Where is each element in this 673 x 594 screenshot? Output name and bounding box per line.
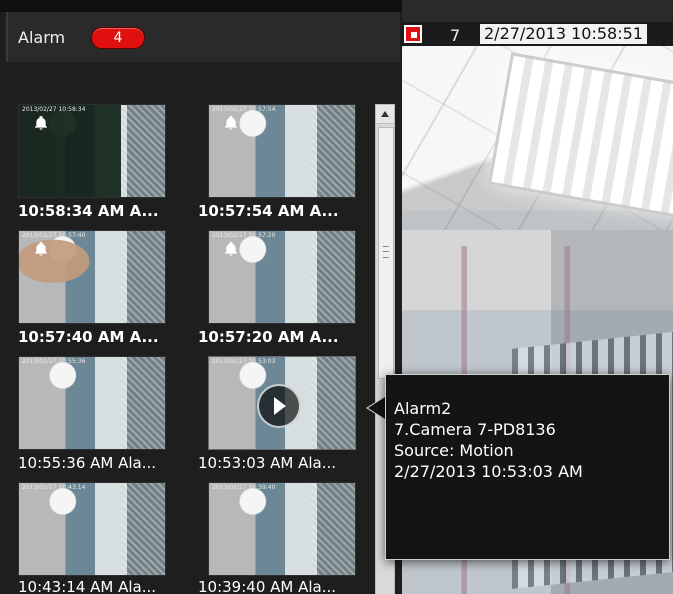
thumbnail-timestamp: 2013/02/27 10:39:40 <box>212 484 276 491</box>
thumbnail-timestamp: 2013/02/27 10:57:54 <box>212 106 276 113</box>
alarm-thumbnail[interactable]: 2013/02/27 10:39:40 <box>208 482 356 576</box>
thumbnail-timestamp: 2013/02/27 10:57:40 <box>22 232 86 239</box>
alarm-count-badge: 4 <box>91 27 145 49</box>
alarm-thumbnail[interactable]: 2013/02/27 10:57:20 <box>208 230 356 324</box>
bell-icon <box>35 242 47 256</box>
alarm-thumbnail-label: 10:57:54 AM A... <box>198 202 339 220</box>
thumbnail-texture <box>121 357 165 449</box>
play-icon[interactable] <box>257 384 301 428</box>
alarm-thumbnail-label: 10:43:14 AM Ala... <box>18 578 157 594</box>
scroll-up-button[interactable] <box>376 105 394 124</box>
thumbnail-timestamp: 2013/02/27 10:43:14 <box>22 484 86 491</box>
camera-number: 7 <box>450 26 461 45</box>
alarm-thumbnail-label: 10:55:36 AM Ala... <box>18 454 157 472</box>
bell-icon <box>35 116 47 130</box>
scroll-grip-icon <box>383 246 389 258</box>
tooltip-line-camera: 7.Camera 7-PD8136 <box>394 420 556 439</box>
bell-icon <box>225 242 237 256</box>
alarm-thumbnail-label: 10:58:34 AM A... <box>18 202 159 220</box>
panel-top-border <box>0 0 402 12</box>
alarm-thumbnail-grid: 2013/02/27 10:58:34 2013/02/27 10:57:54 … <box>18 104 368 594</box>
alarm-thumbnail-label: 10:57:20 AM A... <box>198 328 339 346</box>
thumbnail-texture <box>311 483 355 575</box>
camera-timestamp: 2/27/2013 10:58:51 <box>480 24 647 44</box>
alarm-thumbnail[interactable]: 2013/02/27 10:58:34 <box>18 104 166 198</box>
alarm-thumbnail-selected[interactable]: 2013/02/27 10:53:03 <box>208 356 356 450</box>
thumbnail-timestamp: 2013/02/27 10:57:20 <box>212 232 276 239</box>
thumbnail-texture <box>311 357 355 449</box>
alarm-panel-header: Alarm 4 <box>6 12 400 62</box>
tooltip-line-source: Source: Motion <box>394 441 514 460</box>
alarm-thumbnail[interactable]: 2013/02/27 10:57:54 <box>208 104 356 198</box>
thumbnail-timestamp: 2013/02/27 10:58:34 <box>22 106 86 113</box>
alarm-thumbnail[interactable]: 2013/02/27 10:55:36 <box>18 356 166 450</box>
alarm-thumbnail-label: 10:57:40 AM A... <box>18 328 159 346</box>
thumbnail-timestamp: 2013/02/27 10:53:03 <box>212 358 276 365</box>
thumbnail-texture <box>311 105 355 197</box>
thumbnail-texture <box>121 483 165 575</box>
thumbnail-texture <box>311 231 355 323</box>
alarm-thumbnail-label: 10:39:40 AM Ala... <box>198 578 337 594</box>
tooltip-line-time: 2/27/2013 10:53:03 AM <box>394 462 583 481</box>
alarm-thumbnail-label: 10:53:03 AM Ala... <box>198 454 337 472</box>
camera-header: 7 2/27/2013 10:58:51 <box>402 22 673 46</box>
thumbnail-texture <box>121 105 165 197</box>
thumbnail-hand-overlay <box>19 231 104 287</box>
alarm-panel: Alarm 4 2013/02/27 10:58:34 2013/02/27 1… <box>0 0 402 594</box>
alarm-panel-title: Alarm <box>18 28 66 47</box>
scroll-thumb[interactable] <box>378 127 394 379</box>
alarm-thumbnail[interactable]: 2013/02/27 10:43:14 <box>18 482 166 576</box>
record-icon[interactable] <box>404 25 422 43</box>
tooltip-pointer <box>366 396 385 420</box>
thumbnail-timestamp: 2013/02/27 10:55:36 <box>22 358 86 365</box>
bell-icon <box>225 116 237 130</box>
alarm-thumbnail[interactable]: 2013/02/27 10:57:40 <box>18 230 166 324</box>
thumbnail-texture <box>121 231 165 323</box>
alarm-tooltip: Alarm2 7.Camera 7-PD8136 Source: Motion … <box>385 374 670 560</box>
tooltip-line-alarm: Alarm2 <box>394 399 452 418</box>
